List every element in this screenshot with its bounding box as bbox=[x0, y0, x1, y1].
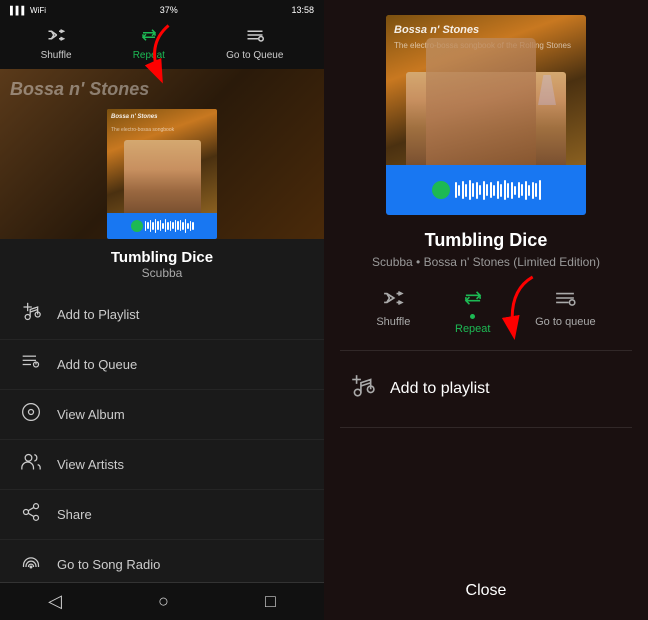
signal-icon: ▌▌▌ bbox=[10, 6, 27, 15]
add-playlist-row-label: Add to playlist bbox=[390, 380, 490, 398]
add-playlist-label: Add to Playlist bbox=[57, 307, 139, 322]
add-playlist-row[interactable]: Add to playlist bbox=[324, 361, 648, 417]
shuffle-label-left: Shuffle bbox=[41, 50, 72, 61]
back-nav-btn[interactable]: ◁ bbox=[48, 591, 62, 612]
divider-2 bbox=[340, 427, 632, 428]
add-playlist-row-icon bbox=[349, 373, 375, 405]
queue-label-left: Go to Queue bbox=[226, 50, 283, 61]
time-left: 13:58 bbox=[291, 5, 314, 15]
menu-item-view-album[interactable]: View Album bbox=[0, 390, 324, 440]
album-bg-text: Bossa n' Stones bbox=[10, 79, 149, 100]
close-button[interactable]: Close bbox=[466, 582, 507, 600]
add-playlist-icon bbox=[20, 302, 42, 327]
queue-icon-left bbox=[246, 28, 264, 47]
menu-item-view-artists[interactable]: View Artists bbox=[0, 440, 324, 490]
album-cover-body: Bossa n' Stones The electro-bossa songbo… bbox=[107, 109, 217, 213]
add-queue-icon bbox=[20, 352, 42, 377]
home-nav-btn[interactable]: ○ bbox=[158, 591, 169, 612]
add-queue-label: Add to Queue bbox=[57, 357, 137, 372]
song-radio-label: Go to Song Radio bbox=[57, 557, 160, 572]
menu-item-add-playlist[interactable]: Add to Playlist bbox=[0, 290, 324, 340]
view-album-icon bbox=[20, 402, 42, 427]
view-artists-icon bbox=[20, 452, 42, 477]
song-title-left: Tumbling Dice bbox=[0, 249, 324, 266]
divider bbox=[340, 350, 632, 351]
top-controls-left: Shuffle Repeat Go to Queue bbox=[0, 20, 324, 69]
spotify-logo-small bbox=[131, 220, 143, 232]
right-panel: Bossa n' Stones The electro-bossa songbo… bbox=[324, 0, 648, 620]
song-radio-icon bbox=[20, 552, 42, 577]
status-icons-left: ▌▌▌ WiFi bbox=[10, 6, 46, 15]
shuffle-label-right: Shuffle bbox=[376, 316, 410, 328]
barcode-lines-small bbox=[145, 219, 194, 233]
song-artist-left: Scubba bbox=[0, 266, 324, 280]
song-title-right: Tumbling Dice bbox=[425, 230, 548, 251]
view-album-label: View Album bbox=[57, 407, 125, 422]
album-cover-right-body: Bossa n' Stones The electro-bossa songbo… bbox=[386, 15, 586, 165]
battery-left: 37% bbox=[160, 5, 178, 15]
controls-row-right: Shuffle Repeat Go to queue bbox=[324, 269, 648, 340]
left-panel: ▌▌▌ WiFi 37% 13:58 Shuffle bbox=[0, 0, 324, 620]
red-arrow-right bbox=[478, 268, 570, 357]
share-label: Share bbox=[57, 507, 92, 522]
repeat-label-right: Repeat bbox=[455, 323, 490, 335]
song-info-left: Tumbling Dice Scubba bbox=[0, 239, 324, 285]
recent-nav-btn[interactable]: □ bbox=[265, 591, 276, 612]
album-cover-right-bottom bbox=[386, 165, 586, 215]
album-title-right: Bossa n' Stones bbox=[394, 23, 578, 37]
song-subtitle-right: Scubba • Bossa n' Stones (Limited Editio… bbox=[352, 255, 620, 269]
shuffle-icon-right bbox=[382, 289, 404, 312]
menu-item-add-queue[interactable]: Add to Queue bbox=[0, 340, 324, 390]
shuffle-icon-left bbox=[47, 28, 65, 47]
share-icon bbox=[20, 502, 42, 527]
wifi-icon: WiFi bbox=[30, 6, 46, 15]
nav-bar-left: ◁ ○ □ bbox=[0, 582, 324, 620]
shuffle-control-left[interactable]: Shuffle bbox=[41, 28, 72, 61]
album-subtitle-small: The electro-bossa songbook bbox=[111, 127, 213, 133]
album-title-small: Bossa n' Stones bbox=[111, 114, 213, 121]
shuffle-control-right[interactable]: Shuffle bbox=[376, 289, 410, 335]
barcode-lines-right bbox=[455, 180, 541, 200]
menu-list: Add to Playlist Add to Queue View Album bbox=[0, 285, 324, 582]
album-cover-small: Bossa n' Stones The electro-bossa songbo… bbox=[107, 109, 217, 239]
menu-item-share[interactable]: Share bbox=[0, 490, 324, 540]
spotify-logo-right bbox=[432, 181, 450, 199]
album-cover-bottom bbox=[107, 213, 217, 239]
queue-control-left[interactable]: Go to Queue bbox=[226, 28, 283, 61]
album-cover-right: Bossa n' Stones The electro-bossa songbo… bbox=[386, 15, 586, 215]
menu-item-song-radio[interactable]: Go to Song Radio bbox=[0, 540, 324, 582]
status-bar-left: ▌▌▌ WiFi 37% 13:58 bbox=[0, 0, 324, 20]
view-artists-label: View Artists bbox=[57, 457, 124, 472]
